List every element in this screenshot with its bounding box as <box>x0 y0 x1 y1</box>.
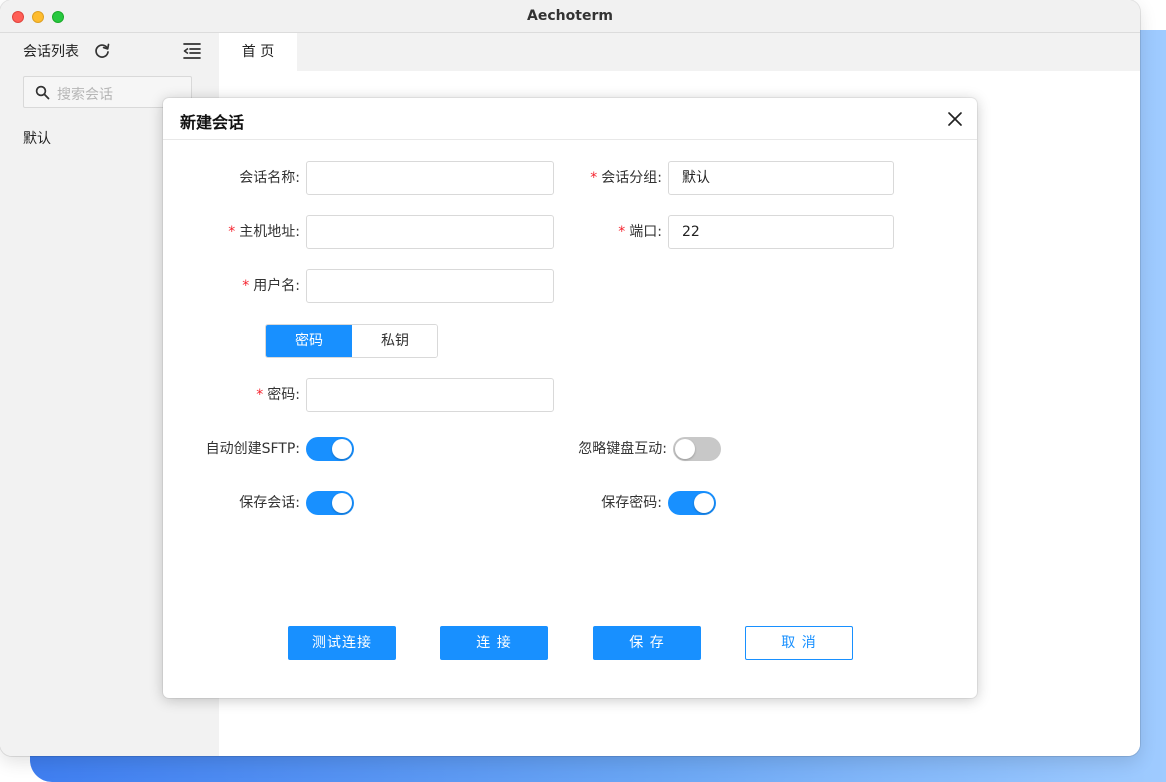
session-group-label: * 会话分组: <box>590 170 662 186</box>
required-mark: * <box>228 224 236 240</box>
session-name-input[interactable] <box>306 161 554 195</box>
dialog-header: 新建会话 <box>163 98 977 140</box>
required-mark: * <box>618 224 626 240</box>
auto-sftp-label: 自动创建SFTP: <box>205 441 300 457</box>
password-input[interactable] <box>306 378 554 412</box>
username-input[interactable] <box>306 269 554 303</box>
connect-button[interactable]: 连 接 <box>440 626 548 660</box>
close-icon[interactable] <box>947 111 963 127</box>
username-label: * 用户名: <box>242 278 300 294</box>
save-session-toggle[interactable] <box>306 491 354 515</box>
auth-private-key-tab[interactable]: 私钥 <box>352 325 437 357</box>
test-connection-button[interactable]: 测试连接 <box>288 626 396 660</box>
save-password-toggle[interactable] <box>668 491 716 515</box>
ignore-keyboard-toggle[interactable] <box>673 437 721 461</box>
save-session-label: 保存会话: <box>239 495 300 511</box>
dialog-title: 新建会话 <box>180 113 245 132</box>
save-button[interactable]: 保 存 <box>593 626 701 660</box>
collapse-sidebar-icon[interactable] <box>182 42 202 60</box>
session-group-input[interactable]: 默认 <box>668 161 894 195</box>
window-title: Aechoterm <box>527 8 613 24</box>
session-list-title: 会话列表 <box>23 44 79 60</box>
required-mark: * <box>242 278 250 294</box>
toggle-knob <box>332 493 352 513</box>
port-label: * 端口: <box>618 224 662 240</box>
auth-mode-selector: 密码 私钥 <box>265 324 438 358</box>
cancel-button[interactable]: 取 消 <box>745 626 853 660</box>
password-label: * 密码: <box>256 387 300 403</box>
auth-password-tab[interactable]: 密码 <box>266 325 352 357</box>
port-input[interactable]: 22 <box>668 215 894 249</box>
save-password-label: 保存密码: <box>601 495 662 511</box>
refresh-icon[interactable] <box>93 42 111 60</box>
search-placeholder: 搜索会话 <box>57 87 113 103</box>
auto-sftp-toggle[interactable] <box>306 437 354 461</box>
required-mark: * <box>256 387 264 403</box>
session-group-default[interactable]: 默认 <box>23 128 51 148</box>
session-name-label: 会话名称: <box>239 170 300 186</box>
host-input[interactable] <box>306 215 554 249</box>
toggle-knob <box>694 493 714 513</box>
host-label: * 主机地址: <box>228 224 300 240</box>
tab-home[interactable]: 首 页 <box>219 33 297 71</box>
required-mark: * <box>590 170 598 186</box>
ignore-keyboard-label: 忽略键盘互动: <box>578 441 667 457</box>
title-bar: Aechoterm <box>0 0 1140 33</box>
toggle-knob <box>675 439 695 459</box>
new-session-dialog: 新建会话 会话名称: * 会话分组: 默认 * 主机地址: * 端口: 22 * 用户名… <box>163 98 977 698</box>
tab-bar: 首 页 <box>219 33 1140 71</box>
search-icon <box>35 85 50 100</box>
toggle-knob <box>332 439 352 459</box>
